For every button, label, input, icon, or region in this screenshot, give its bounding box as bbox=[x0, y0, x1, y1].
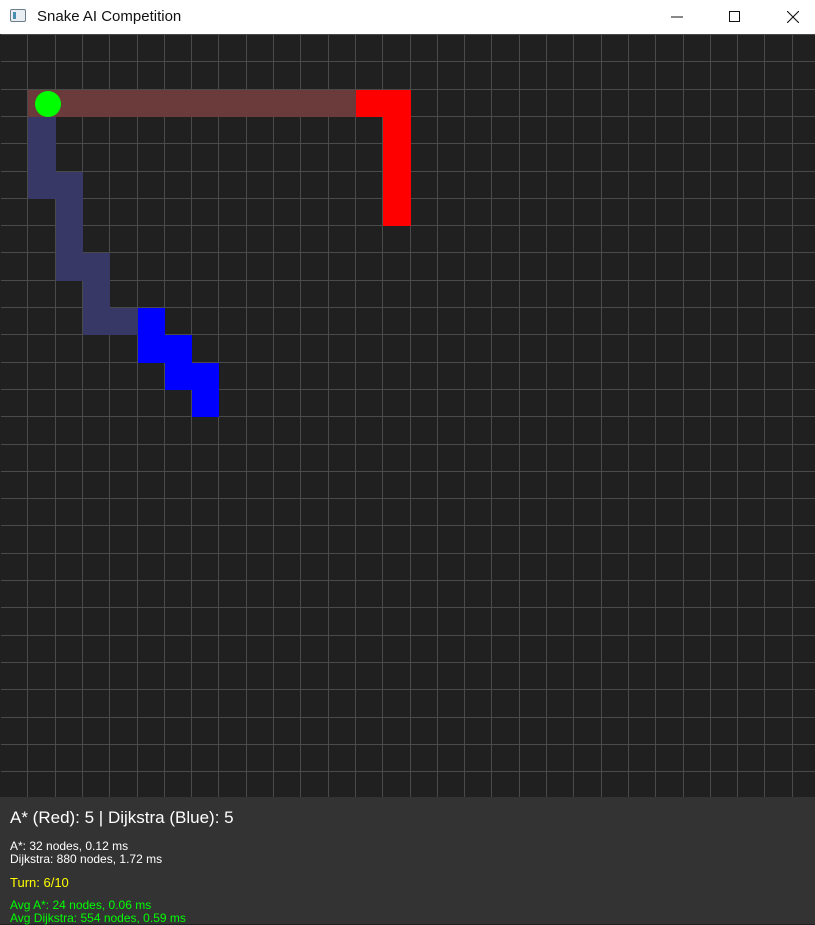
red-trail-cell bbox=[219, 90, 247, 117]
red-snake-segment bbox=[383, 172, 411, 199]
red-snake-segment bbox=[383, 90, 411, 117]
status-panel: A* (Red): 5 | Dijkstra (Blue): 5 A*: 32 … bbox=[0, 797, 815, 925]
blue-trail-cell bbox=[83, 281, 110, 308]
food-pellet bbox=[35, 91, 61, 117]
blue-trail-cell bbox=[56, 199, 83, 226]
blue-trail-cell bbox=[28, 144, 56, 172]
red-trail-cell bbox=[165, 90, 192, 117]
blue-trail-cell bbox=[56, 226, 83, 253]
red-snake-segment bbox=[383, 117, 411, 144]
blue-trail-cell bbox=[56, 172, 83, 199]
red-trail-cell bbox=[247, 90, 274, 117]
blue-trail-cell bbox=[28, 172, 56, 199]
blue-snake-segment bbox=[165, 335, 192, 363]
game-board bbox=[1, 34, 815, 798]
title-bar[interactable]: Snake AI Competition bbox=[0, 0, 815, 34]
red-trail-cell bbox=[329, 90, 356, 117]
blue-trail-cell bbox=[83, 308, 110, 335]
red-trail-cell bbox=[301, 90, 329, 117]
avg-dijkstra-stats: Avg Dijkstra: 554 nodes, 0.59 ms bbox=[10, 911, 186, 925]
red-snake-segment bbox=[356, 90, 383, 117]
blue-snake-segment bbox=[138, 308, 165, 335]
maximize-button[interactable] bbox=[706, 0, 764, 34]
close-icon bbox=[787, 11, 799, 23]
turn-counter: Turn: 6/10 bbox=[10, 875, 69, 890]
red-trail-cell bbox=[274, 90, 301, 117]
window-title: Snake AI Competition bbox=[37, 8, 182, 25]
red-trail-cell bbox=[110, 90, 138, 117]
blue-snake-segment bbox=[192, 390, 219, 417]
blue-trail-cell bbox=[28, 117, 56, 144]
game-grid bbox=[1, 34, 815, 798]
red-snake bbox=[356, 90, 411, 226]
blue-snake-segment bbox=[165, 363, 192, 390]
blue-trail-cell bbox=[56, 253, 83, 281]
maximize-icon bbox=[729, 11, 740, 22]
blue-trail-cell bbox=[110, 308, 138, 335]
red-snake-segment bbox=[383, 199, 411, 226]
red-trail-cell bbox=[83, 90, 110, 117]
red-trail-cell bbox=[138, 90, 165, 117]
score-text: A* (Red): 5 | Dijkstra (Blue): 5 bbox=[10, 808, 234, 827]
red-trail-cell bbox=[192, 90, 219, 117]
red-snake-segment bbox=[383, 144, 411, 172]
blue-snake-segment bbox=[138, 335, 165, 363]
minimize-icon bbox=[671, 16, 683, 18]
close-button[interactable] bbox=[764, 0, 815, 34]
app-icon bbox=[10, 9, 26, 22]
minimize-button[interactable] bbox=[648, 0, 706, 34]
blue-snake-segment bbox=[192, 363, 219, 390]
red-snake-trail bbox=[28, 90, 383, 117]
blue-trail-cell bbox=[83, 253, 110, 281]
dijkstra-stats: Dijkstra: 880 nodes, 1.72 ms bbox=[10, 852, 163, 866]
